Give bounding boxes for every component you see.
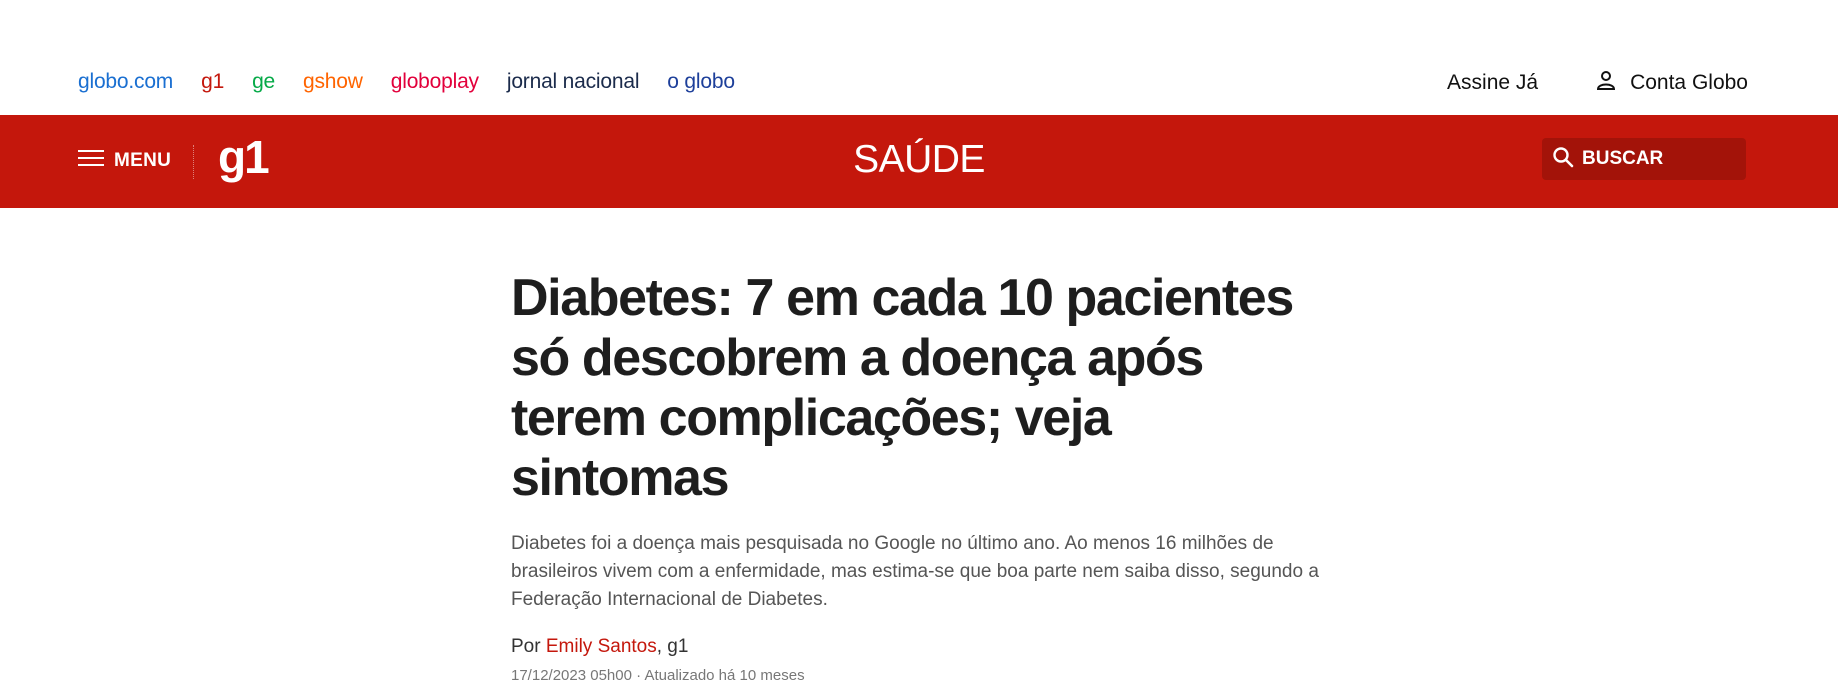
article-meta: 17/12/2023 05h00 · Atualizado há 10 mese… [511,667,1321,684]
globo-top-bar: globo.com g1 ge gshow globoplay jornal n… [0,0,1840,115]
search-label: BUSCAR [1582,148,1664,169]
link-ge[interactable]: ge [252,70,275,94]
byline-outlet: , g1 [656,636,689,657]
link-globo-com[interactable]: globo.com [78,70,173,94]
byline: Por Emily Santos, g1 [511,636,1321,658]
updated-time: Atualizado há 10 meses [644,667,805,684]
subscribe-link[interactable]: Assine Já [1447,71,1538,95]
article: Diabetes: 7 em cada 10 pacientes só desc… [511,268,1321,684]
publish-date: 17/12/2023 05h00 [511,667,632,684]
account-area: Assine Já Conta Globo [1447,70,1748,96]
article-headline: Diabetes: 7 em cada 10 pacientes só desc… [511,269,1294,507]
g1-header: MENU g1 SAÚDE BUSCAR [0,115,1838,208]
account-label: Conta Globo [1630,71,1748,94]
link-jornal-nacional[interactable]: jornal nacional [507,70,640,94]
link-g1[interactable]: g1 [201,70,224,94]
globo-network-links: globo.com g1 ge gshow globoplay jornal n… [78,70,735,94]
byline-prefix: Por [511,636,541,657]
account-button[interactable]: Conta Globo [1596,70,1748,96]
search-icon [1552,146,1574,173]
link-globoplay[interactable]: globoplay [391,70,479,94]
link-gshow[interactable]: gshow [303,70,363,94]
author-link[interactable]: Emily Santos [546,636,657,657]
user-icon [1596,70,1616,96]
meta-separator: · [631,667,645,684]
link-o-globo[interactable]: o globo [667,70,735,94]
search-button[interactable]: BUSCAR [1542,138,1746,180]
article-subtitle: Diabetes foi a doença mais pesquisada no… [511,533,1319,610]
